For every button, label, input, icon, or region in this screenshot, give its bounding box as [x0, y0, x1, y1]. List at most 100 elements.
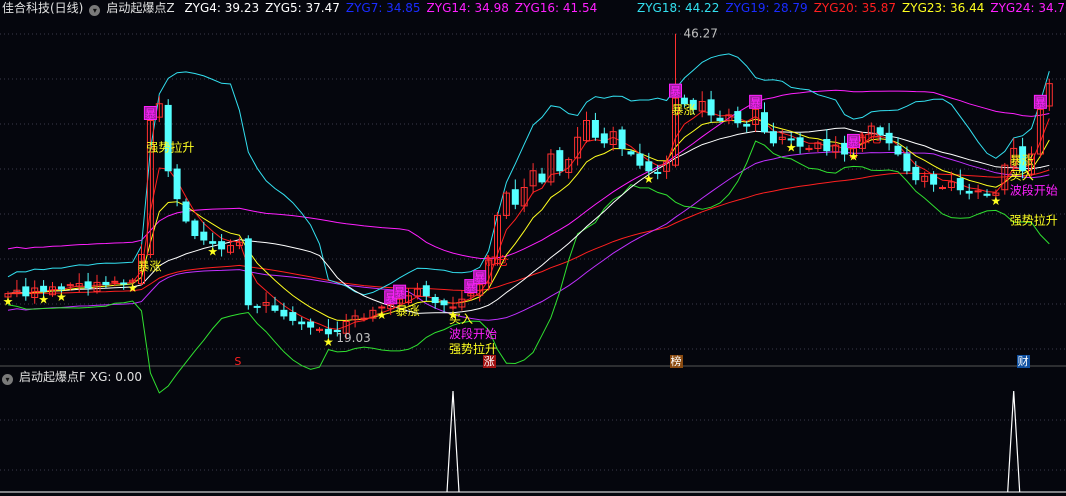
- star-icon: ★: [38, 292, 49, 306]
- candle-down: [769, 131, 777, 144]
- bao-text: 暴: [670, 85, 681, 98]
- candle-down: [173, 168, 181, 200]
- signal-label: 强势拉升: [1010, 212, 1058, 227]
- signal-label: 暴涨: [396, 303, 420, 318]
- bao-mark: 暴: [1033, 94, 1047, 109]
- candle-down: [57, 286, 65, 290]
- signal-label: 加仓: [858, 131, 882, 145]
- indicator-value: ZYG23: 36.44: [902, 1, 985, 15]
- indicator-value: ZYG5: 37.47: [265, 1, 340, 15]
- star-icon: ★: [207, 244, 218, 258]
- star-icon: ★: [127, 281, 138, 295]
- candle-down: [707, 99, 715, 116]
- bao-text: 暴: [848, 135, 859, 148]
- indicator-value: ZYG18: 44.22: [637, 1, 720, 15]
- candle-down: [431, 296, 439, 304]
- event-tag[interactable]: S: [233, 355, 242, 368]
- candle-down: [307, 321, 315, 328]
- candle-down: [965, 190, 973, 194]
- signal-label: 暴涨: [1010, 152, 1034, 167]
- star-icon: ★: [3, 295, 14, 309]
- bao-mark: 暴: [473, 270, 487, 285]
- candle-down: [930, 174, 938, 185]
- candle-down: [903, 153, 911, 172]
- candle-down: [885, 132, 893, 144]
- bao-mark: 暴: [393, 284, 407, 299]
- candle-down: [761, 112, 768, 133]
- candle-down: [912, 166, 920, 181]
- stock-title: 佳合科技(日线): [2, 1, 84, 15]
- indicator-value: ZYG20: 35.87: [813, 1, 897, 15]
- candle-down: [823, 138, 831, 152]
- sub-header: ▾ 启动起爆点F XG: 0.00: [2, 370, 148, 386]
- candle-down: [298, 321, 306, 325]
- candle-down: [618, 129, 626, 149]
- bao-text: 暴: [474, 272, 485, 285]
- event-tag[interactable]: 财: [1016, 355, 1030, 368]
- upper-band-line: [7, 89, 1050, 260]
- signal-label: 暴涨: [672, 102, 696, 117]
- xg-spike: [1007, 390, 1021, 493]
- indicator-value: ZYG14: 34.98: [426, 1, 509, 15]
- event-tag[interactable]: 涨: [482, 355, 496, 368]
- candle-down: [734, 111, 742, 124]
- signal-label: 波段开始: [449, 326, 497, 341]
- indicator-name[interactable]: 启动起爆点Z: [106, 1, 174, 15]
- candle-down: [556, 150, 564, 172]
- indicator-value: ZYG16: 41.54: [514, 1, 598, 15]
- star-icon: ★: [56, 290, 67, 304]
- main-header-right: ZYG18: 44.22 ZYG19: 28.79 ZYG20: 35.87 ZYG2…: [637, 1, 1066, 17]
- indicator-value: ZYG4: 39.23: [184, 1, 260, 15]
- candle-down: [743, 123, 751, 127]
- signal-label: 强势拉升: [146, 140, 194, 155]
- candle-down: [271, 305, 279, 311]
- signal-label: 强势拉升: [449, 341, 497, 356]
- bao-text: 暴: [1035, 96, 1046, 109]
- candle-down: [627, 151, 635, 155]
- candle-down: [209, 241, 217, 244]
- candle-down: [600, 133, 608, 144]
- signal-label: 买入: [1010, 168, 1034, 182]
- candle-down: [324, 328, 332, 335]
- candle-down: [983, 193, 991, 196]
- candle-down: [591, 120, 599, 138]
- candle-up: [939, 187, 946, 189]
- collapse-icon[interactable]: ▾: [2, 374, 13, 385]
- candle-down: [636, 153, 644, 166]
- star-icon: ★: [848, 149, 859, 163]
- star-icon: ★: [786, 140, 797, 154]
- candle-down: [84, 281, 92, 289]
- bao-mark: 暴: [143, 106, 157, 121]
- white-ma-line: [7, 127, 1050, 314]
- candle-down: [253, 305, 261, 308]
- candle-down: [654, 171, 662, 174]
- xg-spike: [446, 390, 460, 493]
- collapse-icon[interactable]: ▾: [89, 5, 101, 16]
- lower-band-line: [7, 151, 1050, 321]
- long-ma-line: [7, 169, 1050, 295]
- xg-value: XG: 0.00: [89, 370, 143, 384]
- bao-text: 暴: [394, 286, 405, 299]
- event-tag[interactable]: 榜: [669, 355, 683, 368]
- indicator-value: ZYG7: 34.85: [345, 1, 421, 15]
- candlestick-chart[interactable]: 46.2719.03暴暴暴 暴暴暴暴暴暴★ ★ ★★★★★ ★★★★★暴涨强势拉升暴涨买…: [0, 0, 1066, 496]
- high-price-label: 46.27: [684, 27, 718, 41]
- candle-down: [440, 300, 448, 306]
- bao-text: 暴: [750, 96, 761, 109]
- candle-down: [894, 145, 902, 155]
- candle-down: [200, 231, 208, 241]
- candle-down: [716, 117, 724, 122]
- sub-indicator-name[interactable]: 启动起爆点F: [19, 370, 86, 384]
- main-header: 佳合科技(日线) ▾ 启动起爆点Z ZYG4: 39.23 ZYG5: 37.47 ZY…: [2, 1, 609, 17]
- indicator-value: ZYG19: 28.79: [725, 1, 808, 15]
- candle-down: [511, 189, 519, 205]
- signal-label: 暴涨: [138, 259, 162, 274]
- candle-down: [841, 142, 849, 155]
- candle-down: [182, 201, 190, 222]
- candle-down: [956, 178, 964, 191]
- candle-up: [111, 280, 119, 283]
- signal-label: 波段开始: [1010, 182, 1058, 197]
- candle-down: [289, 312, 297, 321]
- low-price-label: 19.03: [336, 331, 370, 345]
- bao-mark: 暴: [669, 83, 682, 98]
